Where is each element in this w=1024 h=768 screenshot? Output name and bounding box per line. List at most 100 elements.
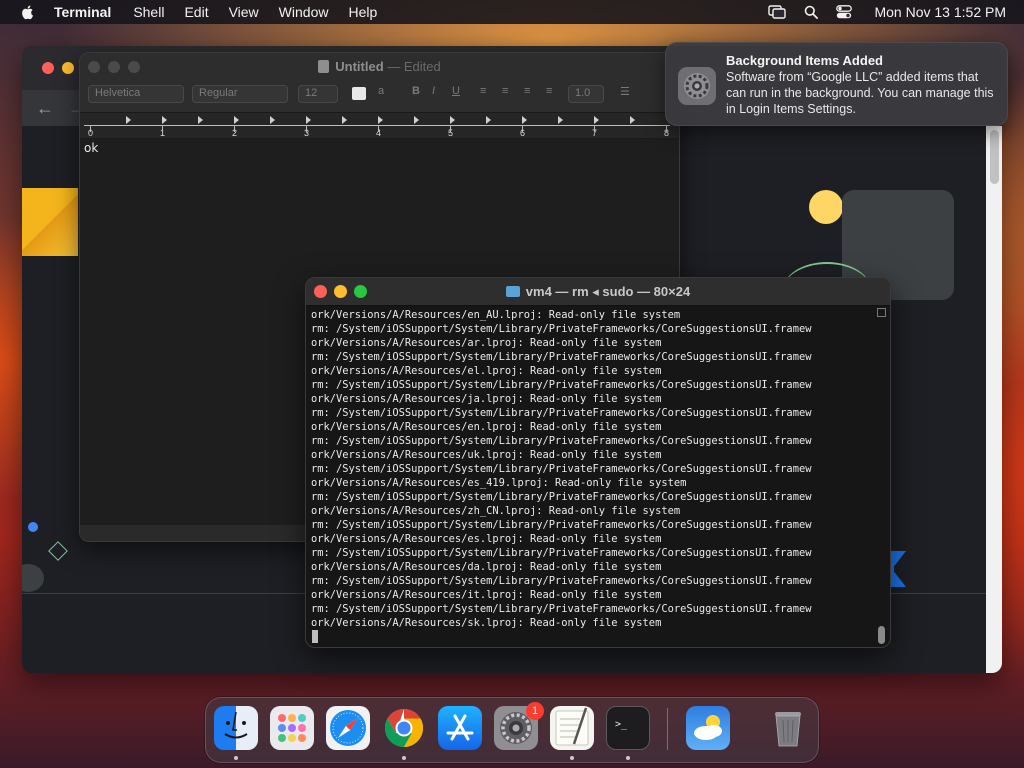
tab-stop-marker[interactable] [342, 116, 347, 124]
background-color-well[interactable]: a [378, 85, 384, 103]
menu-shell[interactable]: Shell [133, 4, 164, 20]
tab-stop-marker[interactable] [594, 116, 599, 124]
yellow-illustration [22, 188, 78, 256]
ruler-line [84, 125, 670, 126]
spotlight-search-icon[interactable] [804, 5, 819, 19]
menu-app-name[interactable]: Terminal [54, 4, 111, 20]
tab-stop-marker[interactable] [414, 116, 419, 124]
dock: 1 >_ [205, 697, 819, 763]
text-color-well[interactable] [352, 87, 366, 100]
trash-icon[interactable] [766, 706, 810, 750]
browser-close-button[interactable] [42, 62, 54, 74]
gear-icon [684, 73, 710, 99]
tab-stop-marker[interactable] [450, 116, 455, 124]
terminal-line: rm: /System/iOSSupport/System/Library/Pr… [311, 547, 812, 559]
align-justify-icon[interactable]: ≡ [546, 85, 552, 103]
font-family-popup[interactable]: Helvetica [88, 85, 184, 103]
terminal-line: ork/Versions/A/Resources/zh_CN.lproj: Re… [311, 505, 681, 517]
terminal-line: rm: /System/iOSSupport/System/Library/Pr… [311, 323, 812, 335]
terminal-scrollbar-thumb[interactable] [878, 626, 885, 644]
font-style-popup[interactable]: Regular [192, 85, 288, 103]
terminal-line: ork/Versions/A/Resources/da.lproj: Read-… [311, 561, 662, 573]
terminal-cursor [312, 630, 318, 643]
folder-icon [505, 286, 520, 297]
terminal-line: ork/Versions/A/Resources/en.lproj: Read-… [311, 421, 662, 433]
tab-stop-marker[interactable] [234, 116, 239, 124]
tab-stop-marker[interactable] [378, 116, 383, 124]
screen-mirroring-icon[interactable] [768, 5, 787, 19]
bold-button[interactable]: B [412, 85, 420, 103]
terminal-line: rm: /System/iOSSupport/System/Library/Pr… [311, 491, 812, 503]
terminal-line: ork/Versions/A/Resources/it.lproj: Read-… [311, 589, 662, 601]
back-arrow-icon[interactable]: ← [36, 98, 54, 119]
terminal-window[interactable]: vm4 — rm ◂ sudo — 80×24 ork/Versions/A/R… [305, 277, 891, 648]
tab-stop-marker[interactable] [162, 116, 167, 124]
menu-window[interactable]: Window [279, 4, 329, 20]
terminal-line: ork/Versions/A/Resources/uk.lproj: Read-… [311, 449, 662, 461]
textedit-icon[interactable] [550, 706, 594, 750]
browser-scrollbar[interactable] [986, 126, 1002, 673]
background-items-notification[interactable]: Background Items Added Software from “Go… [665, 42, 1008, 126]
tab-stop-marker[interactable] [198, 116, 203, 124]
running-indicator-textedit [570, 756, 574, 760]
align-right-icon[interactable]: ≡ [524, 85, 530, 103]
split-pane-icon[interactable] [877, 308, 886, 317]
font-size-value: 12 [305, 87, 318, 99]
terminal-line: rm: /System/iOSSupport/System/Library/Pr… [311, 351, 812, 363]
terminal-line: ork/Versions/A/Resources/el.lproj: Read-… [311, 365, 662, 377]
launchpad-icon[interactable] [270, 706, 314, 750]
tab-stop-marker[interactable] [522, 116, 527, 124]
app-store-icon[interactable] [438, 706, 482, 750]
browser-scrollbar-thumb[interactable] [990, 130, 999, 184]
tab-stop-marker[interactable] [486, 116, 491, 124]
tab-stop-marker[interactable] [126, 116, 131, 124]
running-indicator-chrome [402, 756, 406, 760]
safari-icon[interactable] [326, 706, 370, 750]
align-left-icon[interactable]: ≡ [480, 85, 486, 103]
terminal-line: rm: /System/iOSSupport/System/Library/Pr… [311, 407, 812, 419]
menu-bar: Terminal Shell Edit View Window Help Mon… [0, 0, 1024, 24]
terminal-line: ork/Versions/A/Resources/ar.lproj: Read-… [311, 337, 662, 349]
ruler-tick [450, 126, 451, 132]
list-style-icon[interactable]: ☰ [620, 85, 630, 103]
finder-icon[interactable] [214, 706, 258, 750]
italic-button[interactable]: I [432, 85, 435, 103]
apple-icon[interactable] [20, 4, 36, 20]
align-center-icon[interactable]: ≡ [502, 85, 508, 103]
terminal-line: rm: /System/iOSSupport/System/Library/Pr… [311, 463, 812, 475]
textedit-title-suffix: — Edited [387, 59, 441, 74]
ruler[interactable]: 012345678 [80, 113, 679, 139]
tab-stop-marker[interactable] [270, 116, 275, 124]
menu-help[interactable]: Help [348, 4, 377, 20]
underline-button[interactable]: U [452, 85, 460, 103]
terminal-output[interactable]: ork/Versions/A/Resources/en_AU.lproj: Re… [311, 308, 877, 628]
menu-bar-clock[interactable]: Mon Nov 13 1:52 PM [874, 4, 1006, 20]
notification-badge: 1 [526, 702, 544, 720]
font-family-value: Helvetica [95, 87, 141, 99]
textedit-title: Untitled — Edited [80, 59, 679, 74]
tab-stop-marker[interactable] [558, 116, 563, 124]
notification-title: Background Items Added [726, 53, 883, 68]
line-spacing-popup[interactable]: 1.0 [568, 85, 604, 103]
terminal-scrollbar[interactable] [877, 308, 887, 646]
menu-view[interactable]: View [229, 4, 259, 20]
terminal-line: rm: /System/iOSSupport/System/Library/Pr… [311, 575, 812, 587]
menu-edit[interactable]: Edit [184, 4, 208, 20]
svg-text:>_: >_ [615, 719, 628, 730]
terminal-title-text: vm4 — rm ◂ sudo — 80×24 [525, 284, 691, 299]
font-size-popup[interactable]: 12 [298, 85, 338, 103]
tab-stop-marker[interactable] [630, 116, 635, 124]
yellow-circle-illustration [809, 190, 843, 224]
font-style-value: Regular [199, 87, 238, 99]
blue-dot-illustration [28, 522, 38, 532]
terminal-icon[interactable]: >_ [606, 706, 650, 750]
chrome-icon[interactable] [382, 706, 426, 750]
textedit-body-text[interactable]: ok [84, 141, 98, 155]
terminal-line: ork/Versions/A/Resources/es.lproj: Read-… [311, 533, 662, 545]
ruler-tick [306, 126, 307, 132]
system-settings-icon [678, 67, 716, 105]
weather-icon[interactable] [686, 706, 730, 750]
tab-stop-marker[interactable] [306, 116, 311, 124]
control-center-icon[interactable] [836, 5, 853, 19]
browser-minimize-button[interactable] [62, 62, 74, 74]
